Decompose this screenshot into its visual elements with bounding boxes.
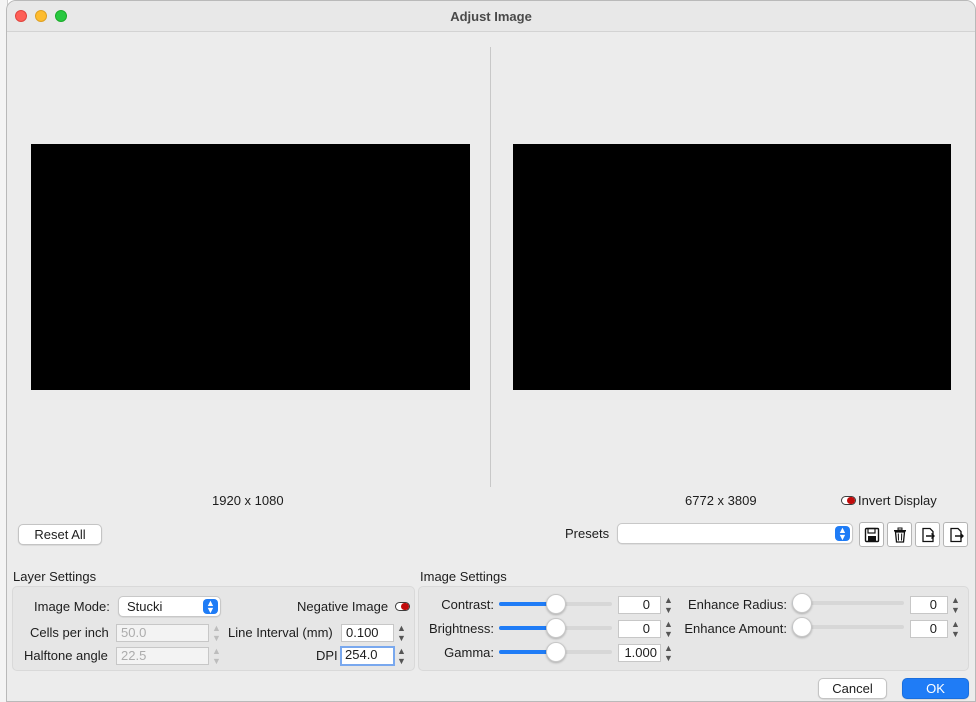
line-interval-field[interactable]: 0.100 [341, 624, 394, 642]
enhance-radius-slider[interactable] [792, 592, 904, 614]
import-file-icon [922, 527, 935, 543]
adjust-image-window: Adjust Image 1920 x 1080 6772 x 3809 Inv… [6, 0, 976, 702]
gamma-field[interactable]: 1.000 [618, 644, 661, 662]
enhance-radius-stepper[interactable]: ▲ ▼ [950, 595, 961, 615]
halftone-angle-field[interactable]: 22.5 [116, 647, 209, 665]
original-image-preview [31, 144, 470, 390]
gamma-label: Gamma: [444, 645, 494, 660]
brightness-label: Brightness: [428, 621, 494, 636]
negative-image-label: Negative Image [297, 599, 389, 614]
halftone-angle-label: Halftone angle [24, 648, 108, 663]
brightness-field[interactable]: 0 [618, 620, 661, 638]
enhance-radius-slider-thumb[interactable] [792, 593, 812, 613]
processed-image-preview [513, 144, 951, 390]
enhance-amount-slider-thumb[interactable] [792, 617, 812, 637]
dpi-stepper[interactable]: ▲ ▼ [396, 646, 407, 666]
window-title: Adjust Image [450, 9, 532, 24]
contrast-slider-thumb[interactable] [545, 594, 566, 614]
enhance-radius-label: Enhance Radius: [687, 597, 787, 612]
import-preset-button[interactable] [915, 522, 940, 547]
brightness-stepper[interactable]: ▲ ▼ [663, 619, 674, 639]
image-mode-select[interactable]: Stucki ▲ ▼ [118, 596, 221, 617]
preview-divider [490, 47, 491, 487]
line-interval-label: Line Interval (mm) [228, 625, 333, 640]
gamma-slider-thumb[interactable] [545, 642, 566, 662]
contrast-field[interactable]: 0 [618, 596, 661, 614]
presets-label: Presets [565, 526, 610, 541]
dpi-field[interactable]: 254.0 [340, 646, 395, 666]
cells-per-inch-field[interactable]: 50.0 [116, 624, 209, 642]
save-preset-button[interactable] [859, 522, 884, 547]
line-interval-stepper[interactable]: ▲ ▼ [396, 623, 407, 643]
dpi-label: DPI [316, 648, 338, 663]
brightness-slider-thumb[interactable] [545, 618, 566, 638]
enhance-amount-stepper[interactable]: ▲ ▼ [950, 619, 961, 639]
brightness-slider[interactable] [499, 617, 612, 639]
layer-settings-title: Layer Settings [13, 569, 97, 584]
gamma-stepper[interactable]: ▲ ▼ [663, 643, 674, 663]
export-preset-button[interactable] [943, 522, 968, 547]
invert-display-label: Invert Display [858, 493, 937, 508]
image-settings-title: Image Settings [420, 569, 507, 584]
reset-all-button[interactable]: Reset All [18, 524, 102, 545]
trash-icon [894, 527, 906, 543]
cells-per-inch-stepper[interactable]: ▲ ▼ [211, 623, 222, 643]
image-mode-label: Image Mode: [34, 599, 110, 614]
enhance-amount-field[interactable]: 0 [910, 620, 948, 638]
contrast-label: Contrast: [441, 597, 494, 612]
enhance-amount-slider[interactable] [792, 616, 904, 638]
processed-dimensions: 6772 x 3809 [685, 493, 757, 508]
enhance-radius-field[interactable]: 0 [910, 596, 948, 614]
export-file-icon [950, 527, 964, 543]
contrast-slider[interactable] [499, 593, 612, 615]
floppy-disk-icon [864, 527, 880, 543]
image-mode-value: Stucki [127, 599, 163, 614]
title-bar: Adjust Image [7, 1, 975, 32]
ok-button[interactable]: OK [902, 678, 969, 699]
negative-image-toggle[interactable] [395, 602, 410, 611]
gamma-slider[interactable] [499, 641, 612, 663]
cancel-button[interactable]: Cancel [818, 678, 887, 699]
original-dimensions: 1920 x 1080 [212, 493, 284, 508]
enhance-amount-label: Enhance Amount: [684, 621, 787, 636]
contrast-stepper[interactable]: ▲ ▼ [663, 595, 674, 615]
chevron-updown-icon: ▲ ▼ [835, 526, 850, 542]
cells-per-inch-label: Cells per inch [30, 625, 109, 640]
halftone-angle-stepper[interactable]: ▲ ▼ [211, 646, 222, 666]
delete-preset-button[interactable] [887, 522, 912, 547]
presets-select[interactable]: ▲ ▼ [617, 523, 853, 544]
chevron-updown-icon: ▲ ▼ [203, 599, 218, 615]
invert-display-toggle[interactable] [841, 496, 856, 505]
